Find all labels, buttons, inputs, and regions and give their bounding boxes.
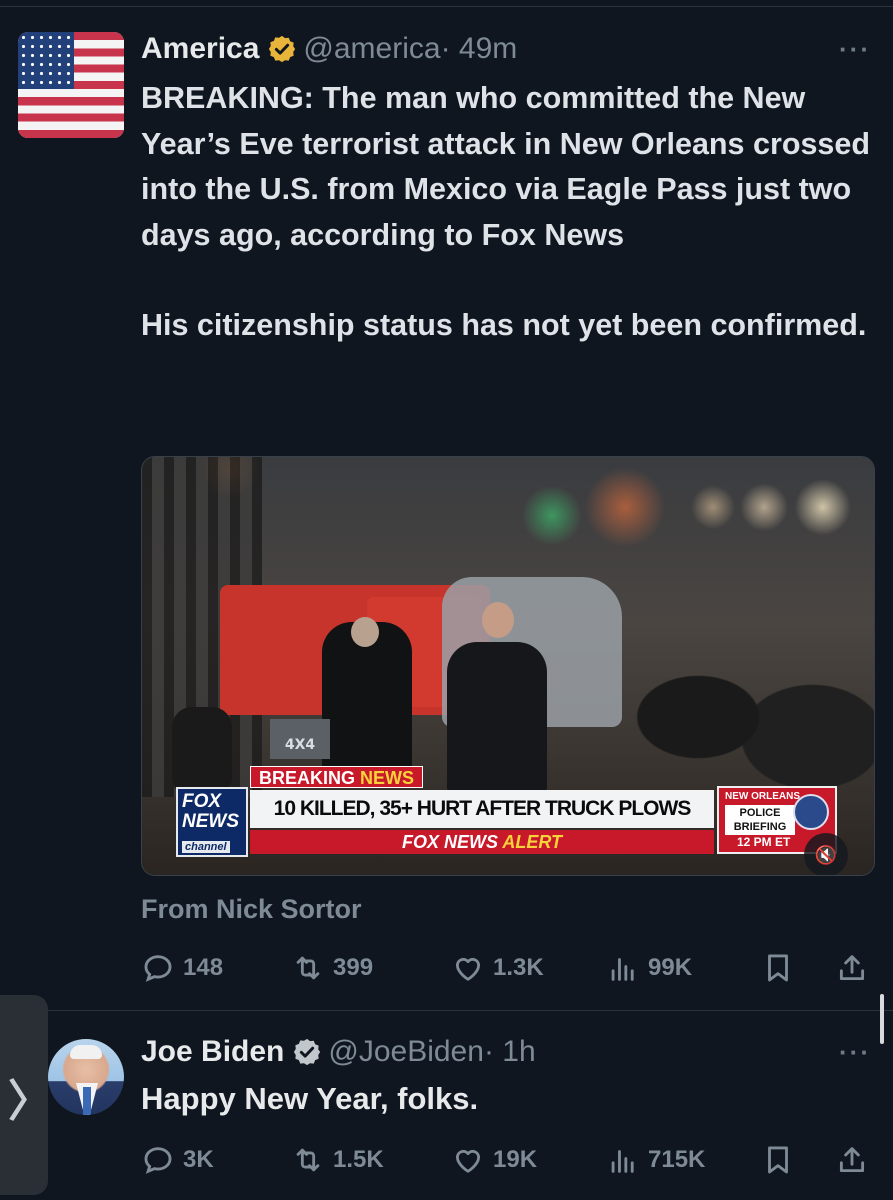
- reply-button[interactable]: 148: [141, 948, 223, 988]
- police-badge-icon: [793, 794, 829, 830]
- tweet-paragraph-2: His citizenship status has not yet been …: [141, 308, 867, 342]
- breaking-word-1: BREAKING: [259, 768, 356, 788]
- source-caption[interactable]: From Nick Sortor: [141, 894, 362, 925]
- repost-count: 1.5K: [333, 1146, 384, 1173]
- flag-canton: [18, 32, 74, 89]
- avatar-joe-biden[interactable]: [48, 1039, 124, 1115]
- views-icon: [611, 1150, 634, 1173]
- logo-line-1: FOX: [182, 791, 222, 812]
- share-icon: [839, 955, 865, 981]
- more-options-button[interactable]: ···: [839, 34, 871, 65]
- views-count: 99K: [648, 954, 693, 981]
- bookmark-button[interactable]: [761, 1140, 803, 1180]
- top-divider: [0, 6, 893, 7]
- views-button[interactable]: 99K: [606, 948, 692, 988]
- display-name[interactable]: America: [141, 32, 259, 66]
- share-icon: [839, 1147, 865, 1173]
- scene-officer-2: [447, 642, 547, 792]
- tweet-text: BREAKING: The man who committed the New …: [141, 76, 881, 349]
- timestamp[interactable]: · 1h: [484, 1035, 536, 1069]
- avatar-america-flag[interactable]: [18, 32, 124, 138]
- tweet-header: Joe Biden @JoeBiden · 1h: [141, 1033, 536, 1071]
- like-button[interactable]: 19K: [451, 1140, 537, 1180]
- views-icon: [611, 958, 634, 981]
- bookmark-icon: [768, 954, 788, 982]
- tweet-text: Happy New Year, folks.: [141, 1081, 479, 1116]
- like-icon: [455, 1149, 481, 1173]
- video-player[interactable]: 4X4 FOX NEWS channel BREAKING NEWS 10 KI…: [141, 456, 875, 876]
- verified-badge-icon: [269, 35, 296, 63]
- fox-news-logo: FOX NEWS channel: [176, 787, 248, 857]
- breaking-news-tag: BREAKING NEWS: [250, 766, 424, 788]
- repost-button[interactable]: 1.5K: [291, 1140, 384, 1180]
- scrollbar[interactable]: [880, 994, 884, 1044]
- mute-icon[interactable]: 🔇: [804, 833, 848, 875]
- tweet-actions: 3K 1.5K 19K 715K: [141, 1140, 871, 1180]
- scene-crowd: [622, 597, 874, 797]
- handle[interactable]: @america: [303, 32, 440, 66]
- reply-icon: [144, 1147, 172, 1174]
- chyron-alert: FOX NEWS ALERT: [250, 830, 714, 854]
- repost-button[interactable]: 399: [291, 948, 373, 988]
- display-name[interactable]: Joe Biden: [141, 1035, 284, 1069]
- avatar-tie: [83, 1087, 91, 1115]
- chyron-headline: 10 KILLED, 35+ HURT AFTER TRUCK PLOWS IN…: [250, 790, 714, 858]
- tweet-america[interactable]: America @america · 49m ··· BREAKING: The…: [0, 20, 893, 1010]
- scene-plate-text: 4X4: [270, 719, 330, 759]
- side-drawer-tab[interactable]: 〉: [0, 995, 52, 1195]
- reply-button[interactable]: 3K: [141, 1140, 214, 1180]
- views-count: 715K: [648, 1146, 706, 1173]
- reply-count: 148: [183, 954, 224, 981]
- briefing-location: NEW ORLEANS: [725, 791, 800, 802]
- scene-tire: [172, 707, 232, 797]
- logo-line-2: NEWS: [182, 811, 239, 832]
- like-icon: [455, 957, 481, 981]
- like-count: 1.3K: [493, 954, 544, 981]
- repost-count: 399: [333, 954, 374, 981]
- briefing-time: 12 PM ET: [737, 835, 791, 849]
- scene-officer-1-head: [351, 617, 379, 647]
- more-options-button[interactable]: ···: [839, 1037, 871, 1068]
- repost-icon: [296, 956, 320, 980]
- reply-count: 3K: [183, 1146, 214, 1173]
- timestamp[interactable]: · 49m: [441, 32, 518, 66]
- chevron-right-icon: 〉: [8, 1077, 52, 1126]
- repost-icon: [296, 1148, 320, 1172]
- alert-word-2: ALERT: [502, 832, 563, 852]
- like-button[interactable]: 1.3K: [451, 948, 544, 988]
- tweet-actions: 148 399 1.3K 99K: [141, 948, 871, 988]
- tweet-header: America @america · 49m: [141, 30, 517, 68]
- bookmark-button[interactable]: [761, 948, 803, 988]
- bookmark-icon: [768, 1146, 788, 1174]
- reply-icon: [144, 955, 172, 982]
- tweet-joe-biden[interactable]: 〉 Joe Biden @JoeBiden · 1h ··· Happy New…: [0, 995, 893, 1200]
- share-button[interactable]: [835, 1140, 877, 1180]
- like-count: 19K: [493, 1146, 538, 1173]
- breaking-word-2: NEWS: [360, 768, 415, 788]
- avatar-hair: [70, 1045, 102, 1059]
- tweet-paragraph-1: BREAKING: The man who committed the New …: [141, 81, 870, 252]
- alert-word-1: FOX NEWS: [401, 832, 498, 852]
- share-button[interactable]: [835, 948, 877, 988]
- briefing-label-line-2: BRIEFING: [733, 821, 787, 833]
- logo-line-3: channel: [182, 841, 230, 853]
- views-button[interactable]: 715K: [606, 1140, 705, 1180]
- scene-officer-2-head: [482, 602, 514, 638]
- verified-badge-icon: [294, 1038, 321, 1066]
- briefing-label-line-1: POLICE: [739, 807, 781, 819]
- briefing-label: POLICE BRIEFING: [725, 805, 795, 835]
- handle[interactable]: @JoeBiden: [328, 1035, 484, 1069]
